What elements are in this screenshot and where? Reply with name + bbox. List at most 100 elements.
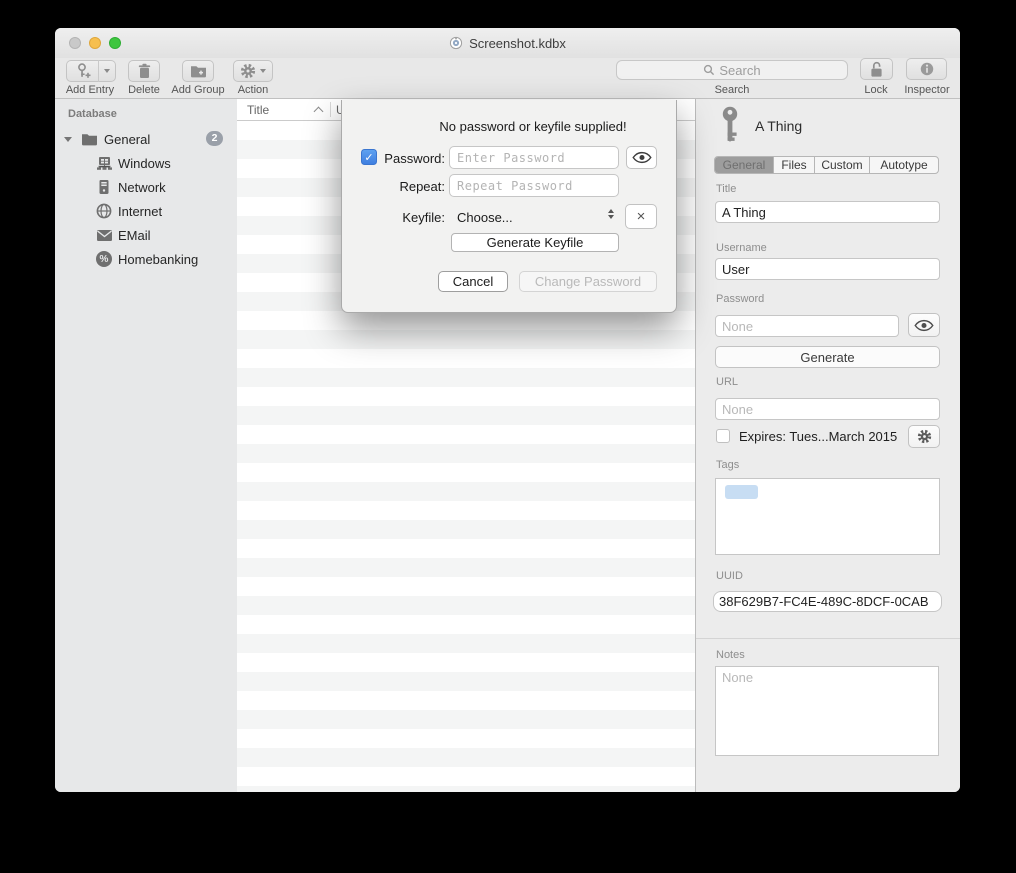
group-sidebar: Database General 2 Windows Network: [55, 99, 237, 792]
sidebar-item-homebanking[interactable]: % Homebanking: [55, 247, 237, 271]
chevron-down-icon: [104, 69, 110, 73]
sidebar-item-label: Homebanking: [118, 252, 198, 267]
sheet-message: No password or keyfile supplied!: [390, 119, 676, 134]
url-field-label: URL: [716, 376, 738, 388]
add-group-button[interactable]: [182, 60, 214, 82]
generate-password-button[interactable]: Generate: [715, 346, 940, 368]
expires-settings-button[interactable]: [908, 425, 940, 448]
entry-count-badge: 2: [206, 131, 223, 146]
sidebar-item-label: Network: [118, 180, 166, 195]
username-field[interactable]: [715, 258, 940, 280]
reveal-password-button[interactable]: [908, 313, 940, 337]
cancel-button[interactable]: Cancel: [438, 271, 508, 292]
add-entry-dropdown-button[interactable]: [98, 60, 116, 82]
pane-divider[interactable]: [695, 99, 696, 792]
keyfile-label: Keyfile:: [378, 210, 445, 225]
search-placeholder: Search: [719, 63, 760, 78]
eye-icon: [632, 151, 652, 164]
app-window: Screenshot.kdbx Add Entry Delete Add Gro…: [55, 28, 960, 792]
password-label: Password:: [378, 151, 445, 166]
change-password-button[interactable]: Change Password: [519, 271, 657, 292]
clear-keyfile-button[interactable]: ×: [625, 204, 657, 229]
sidebar-header: Database: [68, 108, 117, 120]
repeat-label: Repeat:: [378, 179, 445, 194]
title-bar: Screenshot.kdbx: [55, 28, 960, 58]
toolbar: Add Entry Delete Add Group Action Search: [55, 58, 960, 99]
add-entry-button[interactable]: [66, 60, 98, 82]
check-icon: ✓: [364, 151, 373, 164]
lock-button[interactable]: [860, 58, 893, 80]
tab-autotype[interactable]: Autotype: [870, 157, 938, 173]
window-title-area: Screenshot.kdbx: [55, 28, 960, 58]
expires-checkbox[interactable]: [716, 429, 730, 443]
column-header-title[interactable]: Title: [247, 103, 269, 117]
add-group-label: Add Group: [166, 84, 230, 96]
key-icon: [720, 106, 741, 147]
title-field-label: Title: [716, 183, 736, 195]
inspector-tabs: General Files Custom Autotype: [714, 156, 939, 174]
entry-title: A Thing: [755, 118, 802, 134]
percent-icon: %: [96, 251, 112, 267]
folder-icon: [81, 132, 98, 146]
column-divider[interactable]: [330, 102, 331, 117]
delete-label: Delete: [120, 84, 168, 96]
reveal-password-button[interactable]: [626, 146, 657, 169]
action-label: Action: [227, 84, 279, 96]
windows-network-icon: [96, 156, 113, 171]
gear-icon: [240, 63, 256, 79]
delete-button[interactable]: [128, 60, 160, 82]
search-icon: [703, 64, 715, 76]
generate-keyfile-button[interactable]: Generate Keyfile: [451, 233, 619, 252]
window-title: Screenshot.kdbx: [469, 36, 566, 51]
password-field-label: Password: [716, 293, 764, 305]
document-icon: [449, 36, 463, 50]
section-divider: [696, 638, 960, 639]
sidebar-item-internet[interactable]: Internet: [55, 199, 237, 223]
uuid-field[interactable]: [713, 591, 942, 612]
globe-icon: [96, 203, 112, 219]
disclosure-triangle-icon[interactable]: [64, 137, 72, 142]
sidebar-item-network[interactable]: Network: [55, 175, 237, 199]
add-entry-label: Add Entry: [59, 84, 121, 96]
tab-custom[interactable]: Custom: [815, 157, 870, 173]
sidebar-item-email[interactable]: EMail: [55, 223, 237, 247]
sidebar-item-label: Windows: [118, 156, 171, 171]
change-password-sheet: No password or keyfile supplied! ✓ Passw…: [341, 100, 677, 313]
chevron-down-icon: [260, 69, 266, 73]
close-icon: ×: [637, 208, 646, 225]
title-field[interactable]: [715, 201, 940, 223]
uuid-label: UUID: [716, 570, 743, 582]
notes-label: Notes: [716, 649, 745, 661]
open-padlock-icon: [869, 61, 884, 78]
inspector-panel: A Thing General Files Custom Autotype Ti…: [696, 99, 960, 792]
folder-plus-icon: [190, 64, 207, 78]
repeat-password-input[interactable]: [449, 174, 619, 197]
sidebar-item-general[interactable]: General 2: [55, 127, 237, 151]
inspector-button[interactable]: [906, 58, 947, 80]
gear-icon: [917, 429, 932, 444]
server-icon: [97, 179, 111, 195]
username-field-label: Username: [716, 242, 767, 254]
search-input[interactable]: Search: [616, 60, 848, 80]
new-password-input[interactable]: [449, 146, 619, 169]
notes-field[interactable]: [715, 666, 939, 756]
tags-box[interactable]: [715, 478, 940, 555]
sort-ascending-icon: [314, 107, 324, 117]
trash-icon: [137, 63, 152, 79]
tab-general[interactable]: General: [715, 157, 774, 173]
sidebar-item-label: EMail: [118, 228, 151, 243]
password-checkbox[interactable]: ✓: [361, 149, 377, 165]
keyfile-popup[interactable]: Choose...: [457, 210, 513, 225]
envelope-icon: [96, 229, 113, 242]
password-field[interactable]: [715, 315, 899, 337]
tab-files[interactable]: Files: [774, 157, 815, 173]
eye-icon: [914, 319, 934, 332]
tags-label: Tags: [716, 459, 739, 471]
url-field[interactable]: [715, 398, 940, 420]
sidebar-item-label: Internet: [118, 204, 162, 219]
expires-label: Expires: Tues...March 2015: [739, 429, 897, 444]
sidebar-item-windows[interactable]: Windows: [55, 151, 237, 175]
action-button[interactable]: [233, 60, 273, 82]
stepper-icon[interactable]: [608, 209, 614, 219]
tag-token[interactable]: [725, 485, 758, 499]
